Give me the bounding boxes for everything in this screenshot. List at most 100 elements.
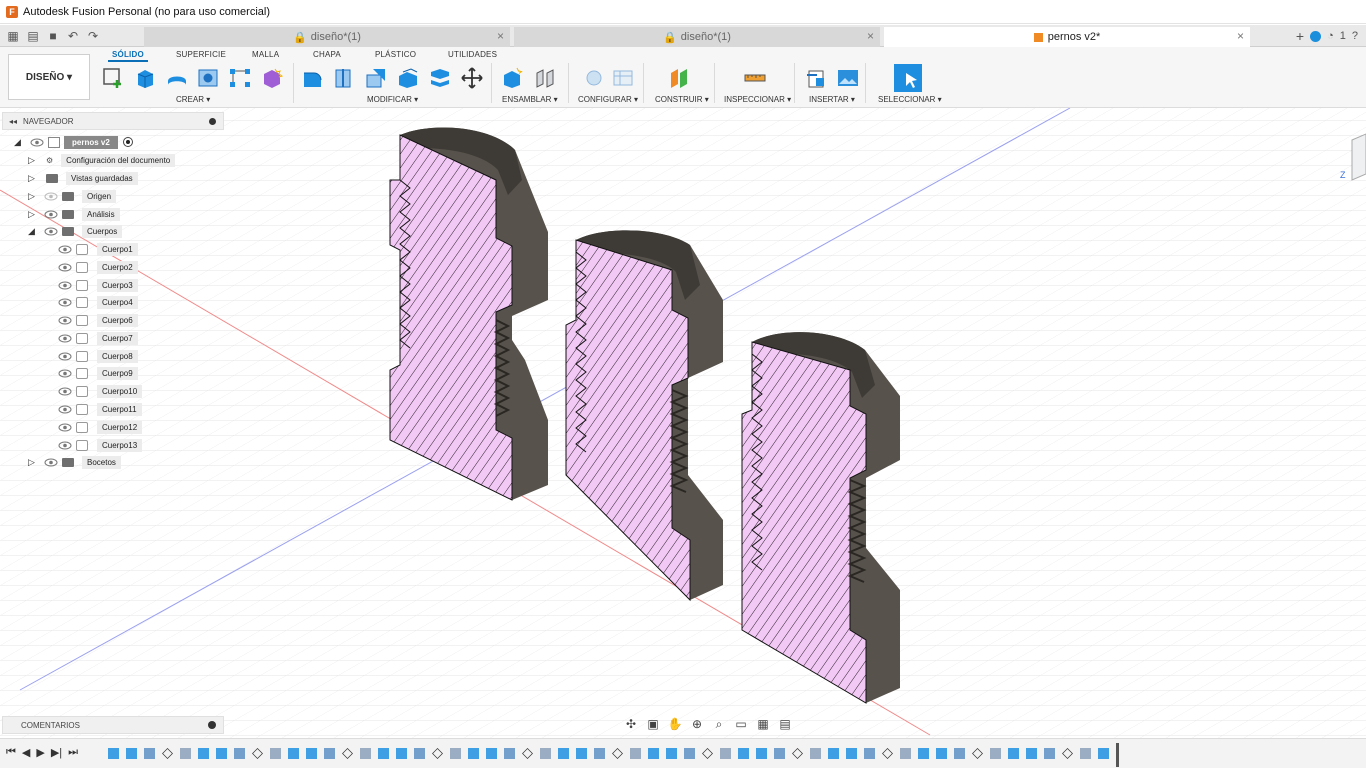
- joint-icon[interactable]: [534, 67, 556, 89]
- timeline-feature-icon[interactable]: [630, 748, 641, 759]
- expand-triangle-icon[interactable]: ▷: [28, 457, 38, 468]
- expand-triangle-icon[interactable]: ▷: [28, 191, 38, 202]
- timeline-feature-icon[interactable]: [612, 748, 623, 759]
- document-tab-1[interactable]: 🔒 diseño*(1) ×: [144, 27, 510, 47]
- timeline-feature-icon[interactable]: [234, 748, 245, 759]
- body-item[interactable]: Cuerpo1: [52, 241, 138, 257]
- document-tab-active[interactable]: pernos v2* ×: [884, 27, 1250, 47]
- timeline-feature-icon[interactable]: [1062, 748, 1073, 759]
- select-icon[interactable]: [894, 64, 922, 92]
- zoom-window-icon[interactable]: ⊕: [688, 716, 706, 732]
- timeline-feature-icon[interactable]: [522, 748, 533, 759]
- timeline-feature-icon[interactable]: [684, 748, 695, 759]
- group-insertar[interactable]: INSERTAR ▾: [809, 95, 855, 104]
- job-status-icon[interactable]: ◔: [1327, 30, 1334, 42]
- timeline-feature-icon[interactable]: [1008, 748, 1019, 759]
- timeline-feature-icon[interactable]: [1080, 748, 1091, 759]
- eye-icon[interactable]: [58, 245, 72, 254]
- undo-icon[interactable]: ↶: [64, 27, 82, 45]
- eye-hidden-icon[interactable]: [44, 192, 58, 201]
- timeline-feature-icon[interactable]: [936, 748, 947, 759]
- body-item[interactable]: Cuerpo3: [52, 277, 138, 293]
- browser-item-origin[interactable]: ▷ Origen: [28, 188, 117, 204]
- group-modificar[interactable]: MODIFICAR ▾: [367, 95, 418, 104]
- timeline-feature-icon[interactable]: [882, 748, 893, 759]
- collapse-arrows-icon[interactable]: ◂◂: [9, 117, 17, 126]
- timeline-feature-icon[interactable]: [144, 748, 155, 759]
- new-tab-icon[interactable]: +: [1296, 28, 1304, 44]
- pin-icon[interactable]: [209, 118, 216, 125]
- group-seleccionar[interactable]: SELECCIONAR ▾: [878, 95, 942, 104]
- first-step-icon[interactable]: ⏮: [6, 746, 16, 759]
- last-step-icon[interactable]: ⏭: [68, 746, 78, 759]
- group-ensamblar[interactable]: ENSAMBLAR ▾: [502, 95, 558, 104]
- workspace-switcher[interactable]: DISEÑO ▾: [8, 54, 90, 100]
- group-construir[interactable]: CONSTRUIR ▾: [655, 95, 709, 104]
- online-status-icon[interactable]: [1310, 30, 1322, 42]
- timeline-feature-icon[interactable]: [720, 748, 731, 759]
- timeline-feature-icon[interactable]: [432, 748, 443, 759]
- close-tab-icon[interactable]: ×: [867, 29, 874, 43]
- eye-icon[interactable]: [58, 281, 72, 290]
- timeline-feature-icon[interactable]: [252, 748, 263, 759]
- expand-triangle-icon[interactable]: ▷: [28, 155, 38, 166]
- timeline-feature-icon[interactable]: [774, 748, 785, 759]
- new-component-icon[interactable]: [501, 67, 523, 89]
- timeline-feature-icon[interactable]: [198, 748, 209, 759]
- configure-icon[interactable]: [583, 67, 605, 89]
- collapse-triangle-icon[interactable]: ◢: [28, 226, 38, 237]
- configure-table-icon[interactable]: [612, 67, 634, 89]
- eye-icon[interactable]: [44, 227, 58, 236]
- timeline-feature-icon[interactable]: [666, 748, 677, 759]
- timeline-marker[interactable]: [1116, 743, 1119, 767]
- body-item[interactable]: Cuerpo12: [52, 419, 143, 435]
- extrude-icon[interactable]: [134, 67, 156, 89]
- timeline-feature-icon[interactable]: [396, 748, 407, 759]
- create-sketch-icon[interactable]: [102, 67, 124, 89]
- timeline-feature-icon[interactable]: [846, 748, 857, 759]
- timeline-feature-icon[interactable]: [486, 748, 497, 759]
- timeline-feature-icon[interactable]: [558, 748, 569, 759]
- eye-icon[interactable]: [58, 316, 72, 325]
- insert-derive-icon[interactable]: [805, 67, 827, 89]
- pattern-icon[interactable]: [229, 67, 251, 89]
- timeline-feature-icon[interactable]: [216, 748, 227, 759]
- help-icon[interactable]: ?: [1352, 30, 1358, 42]
- expand-triangle-icon[interactable]: ▷: [28, 173, 38, 184]
- timeline-feature-icon[interactable]: [540, 748, 551, 759]
- zoom-fit-icon[interactable]: ⌕: [710, 716, 728, 732]
- body-item[interactable]: Cuerpo2: [52, 259, 138, 275]
- viewports-icon[interactable]: ▤: [776, 716, 794, 732]
- hole-icon[interactable]: [197, 67, 219, 89]
- eye-icon[interactable]: [44, 210, 58, 219]
- eye-icon[interactable]: [58, 405, 72, 414]
- document-tab-2[interactable]: 🔒 diseño*(1) ×: [514, 27, 880, 47]
- browser-item-analysis[interactable]: ▷ Análisis: [28, 206, 120, 222]
- eye-icon[interactable]: [58, 423, 72, 432]
- body-item[interactable]: Cuerpo7: [52, 330, 138, 346]
- root-label[interactable]: pernos v2: [64, 135, 118, 149]
- previous-step-icon[interactable]: ◀: [22, 746, 30, 759]
- timeline-feature-icon[interactable]: [972, 748, 983, 759]
- file-menu-icon[interactable]: ▤: [24, 27, 42, 45]
- create-form-icon[interactable]: [261, 67, 283, 89]
- tab-utilidades[interactable]: UTILIDADES: [448, 50, 497, 59]
- shell-icon[interactable]: [397, 67, 419, 89]
- redo-icon[interactable]: ↷: [84, 27, 102, 45]
- timeline-feature-icon[interactable]: [306, 748, 317, 759]
- timeline-feature-icon[interactable]: [648, 748, 659, 759]
- body-item[interactable]: Cuerpo4: [52, 294, 138, 310]
- body-item[interactable]: Cuerpo6: [52, 312, 138, 328]
- expand-triangle-icon[interactable]: ▷: [28, 209, 38, 220]
- body-item[interactable]: Cuerpo10: [52, 383, 143, 399]
- tab-plastico[interactable]: PLÁSTICO: [375, 50, 416, 59]
- group-inspeccionar[interactable]: INSPECCIONAR ▾: [724, 95, 791, 104]
- timeline-feature-icon[interactable]: [180, 748, 191, 759]
- close-tab-icon[interactable]: ×: [1237, 29, 1244, 43]
- timeline-feature-icon[interactable]: [1044, 748, 1055, 759]
- measure-icon[interactable]: [744, 67, 766, 89]
- timeline-feature-icon[interactable]: [378, 748, 389, 759]
- timeline-feature-icon[interactable]: [864, 748, 875, 759]
- tab-superficie[interactable]: SUPERFICIE: [176, 50, 226, 59]
- timeline-feature-icon[interactable]: [414, 748, 425, 759]
